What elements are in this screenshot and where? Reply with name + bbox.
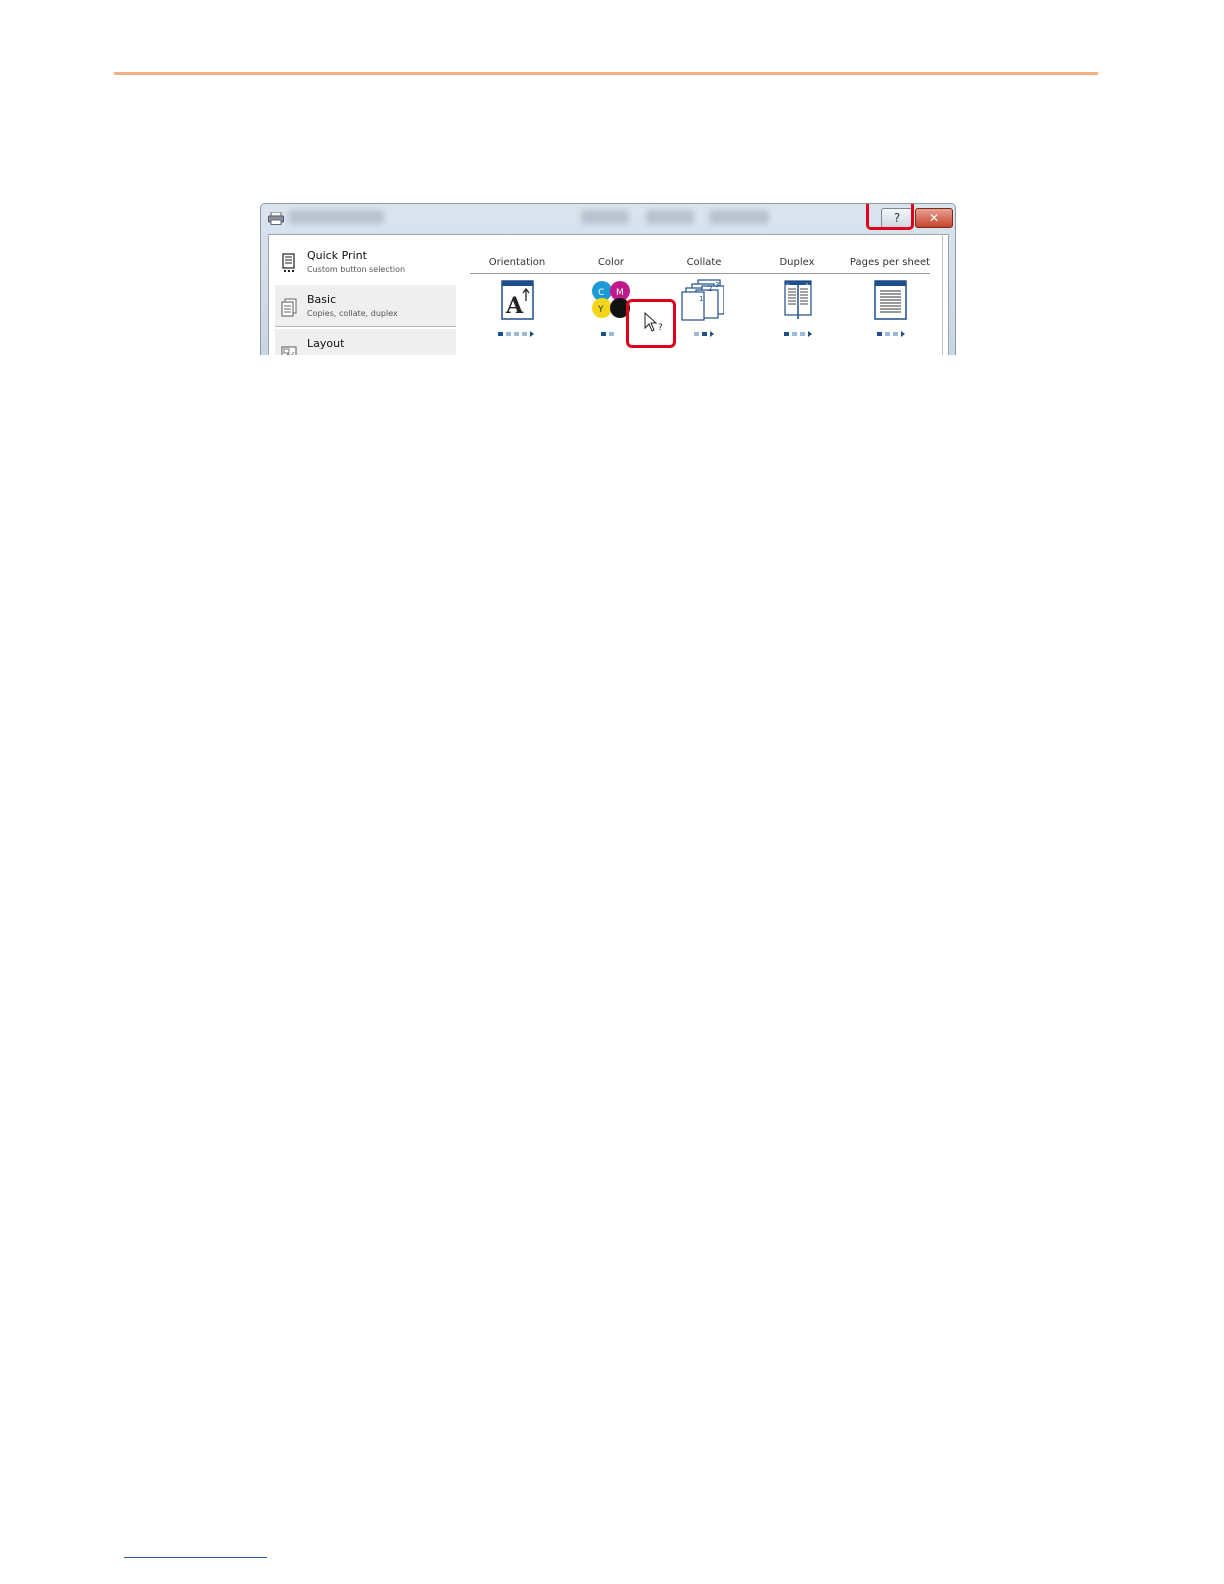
dialog-content: Quick Print Custom button selection Basi… — [268, 234, 949, 355]
title-bar[interactable]: ? ✕ — [261, 204, 955, 232]
collate-options-indicator[interactable] — [694, 331, 734, 337]
sidebar-item-subtitle: Copies, collate, duplex — [307, 309, 398, 318]
pages-per-sheet-options-indicator[interactable] — [877, 331, 917, 337]
layout-icon — [281, 346, 297, 355]
column-header-duplex: Duplex — [779, 257, 815, 268]
help-button-highlight — [866, 204, 914, 230]
blurred-title — [581, 210, 629, 224]
sidebar-item-layout[interactable]: Layout — [275, 329, 456, 355]
printer-icon — [268, 212, 284, 225]
duplex-icon[interactable]: 1 2 — [781, 279, 815, 321]
duplex-number: 1 — [786, 283, 790, 290]
blurred-title — [289, 210, 384, 224]
help-cursor-icon: ? — [644, 312, 663, 333]
pages-per-sheet-icon[interactable] — [873, 279, 909, 321]
column-header-orientation: Orientation — [488, 257, 546, 268]
sidebar-item-basic[interactable]: Basic Copies, collate, duplex — [275, 285, 456, 327]
sidebar-item-title: Basic — [307, 293, 337, 306]
collate-icon[interactable]: 1 2 3 — [680, 279, 724, 321]
column-header-collate: Collate — [686, 257, 722, 268]
header-rule — [114, 72, 1098, 75]
footnote-rule — [124, 1557, 267, 1558]
orientation-letter: A — [505, 293, 524, 319]
panel-edge — [942, 235, 943, 355]
sidebar-item-title: Layout — [307, 337, 345, 350]
orientation-icon[interactable]: A — [500, 279, 536, 321]
blurred-title — [646, 210, 694, 224]
sidebar-item-title: Quick Print — [307, 249, 367, 262]
column-header-color: Color — [597, 257, 625, 268]
magenta-label: M — [616, 288, 624, 298]
collate-number: 2 — [708, 285, 712, 293]
basic-icon — [281, 298, 297, 317]
close-button[interactable]: ✕ — [915, 208, 953, 228]
header-divider — [470, 273, 930, 274]
sidebar-item-subtitle: Custom button selection — [307, 265, 406, 274]
quick-print-icon — [282, 253, 295, 272]
duplex-number: 2 — [805, 283, 809, 290]
sidebar: Quick Print Custom button selection Basi… — [275, 241, 458, 355]
orientation-options-indicator[interactable] — [498, 331, 538, 337]
yellow-label: Y — [597, 305, 604, 315]
collate-number: 3 — [715, 281, 719, 289]
column-header-pages-per-sheet: Pages per sheet — [849, 257, 931, 268]
collate-number: 1 — [699, 295, 703, 303]
duplex-options-indicator[interactable] — [784, 331, 824, 337]
svg-text:?: ? — [658, 323, 663, 333]
cyan-label: C — [598, 288, 604, 298]
printing-preferences-dialog: ? ✕ Quick Print Custom button selection — [260, 203, 956, 355]
blurred-title — [709, 210, 769, 224]
close-icon: ✕ — [928, 211, 940, 225]
sidebar-item-quick-print[interactable]: Quick Print Custom button selection — [275, 241, 456, 282]
